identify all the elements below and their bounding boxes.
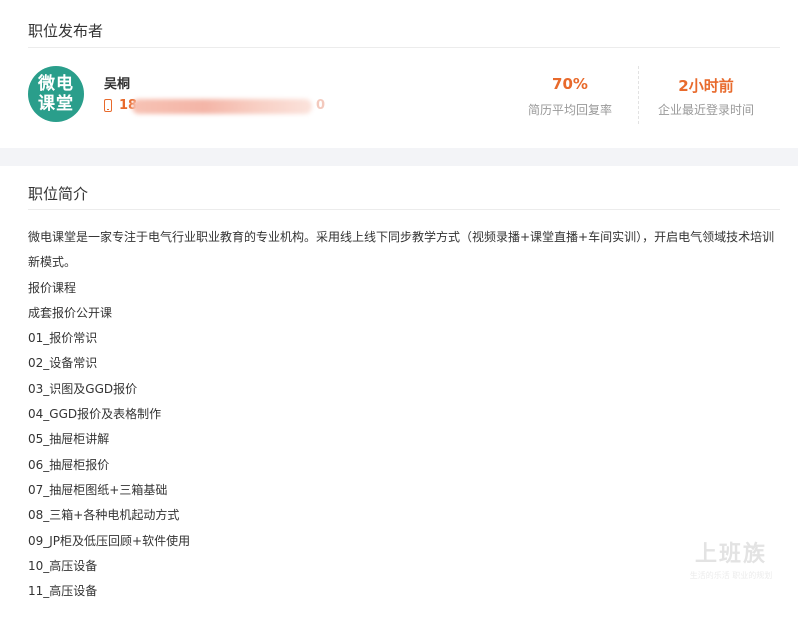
reply-rate-label: 简历平均回复率 xyxy=(527,103,612,117)
last-login-value: 2小时前 xyxy=(678,77,734,95)
description-line: 07_抽屉柜图纸+三箱基础 xyxy=(28,482,168,497)
publisher-section-title: 职位发布者 xyxy=(28,22,104,40)
description-paragraph: 微电课堂是一家专注于电气行业职业教育的专业机构。采用线上线下同步教学方式（视频录… xyxy=(28,230,775,270)
avatar-text-line1: 微电 xyxy=(38,74,74,94)
intro-section-title: 职位简介 xyxy=(28,185,89,203)
description-line: 06_抽屉柜报价 xyxy=(28,457,110,472)
description-line: 03_识图及GGD报价 xyxy=(28,381,138,396)
description-line: 09_JP柜及低压回顾+软件使用 xyxy=(28,533,191,548)
publisher-name: 吴桐 xyxy=(104,77,131,92)
stat-divider xyxy=(638,66,639,124)
description-line: 成套报价公开课 xyxy=(28,305,113,320)
avatar[interactable]: 微电 课堂 xyxy=(28,66,84,122)
publisher-card: 职位发布者 微电 课堂 吴桐 18 0 70% 简历平均回复率 2小时前 企业最… xyxy=(0,0,798,148)
avatar-text-line2: 课堂 xyxy=(38,94,74,114)
last-login-label: 企业最近登录时间 xyxy=(657,103,754,117)
watermark-logo: 上班族 生活的乐活 职业的规划 xyxy=(686,536,776,586)
phone-number-mask xyxy=(132,99,312,114)
phone-icon xyxy=(104,99,112,112)
description-line: 08_三箱+各种电机起动方式 xyxy=(28,508,180,523)
description-line: 01_报价常识 xyxy=(28,331,98,346)
section-divider xyxy=(28,47,780,48)
description-line: 11_高压设备 xyxy=(28,584,98,599)
description-line: 04_GGD报价及表格制作 xyxy=(28,407,162,422)
phone-number-end: 0 xyxy=(316,98,326,113)
description-line: 报价课程 xyxy=(28,280,77,295)
section-divider xyxy=(28,209,780,210)
description-line: 05_抽屉柜讲解 xyxy=(28,432,110,447)
reply-rate-value: 70% xyxy=(552,75,588,93)
watermark-slogan: 生活的乐活 职业的规划 xyxy=(689,571,773,580)
description-line: 10_高压设备 xyxy=(28,558,98,573)
watermark-logo-text: 上班族 xyxy=(694,542,767,567)
job-description: 微电课堂是一家专注于电气行业职业教育的专业机构。采用线上线下同步教学方式（视频录… xyxy=(28,225,783,604)
description-line: 02_设备常识 xyxy=(28,356,98,371)
